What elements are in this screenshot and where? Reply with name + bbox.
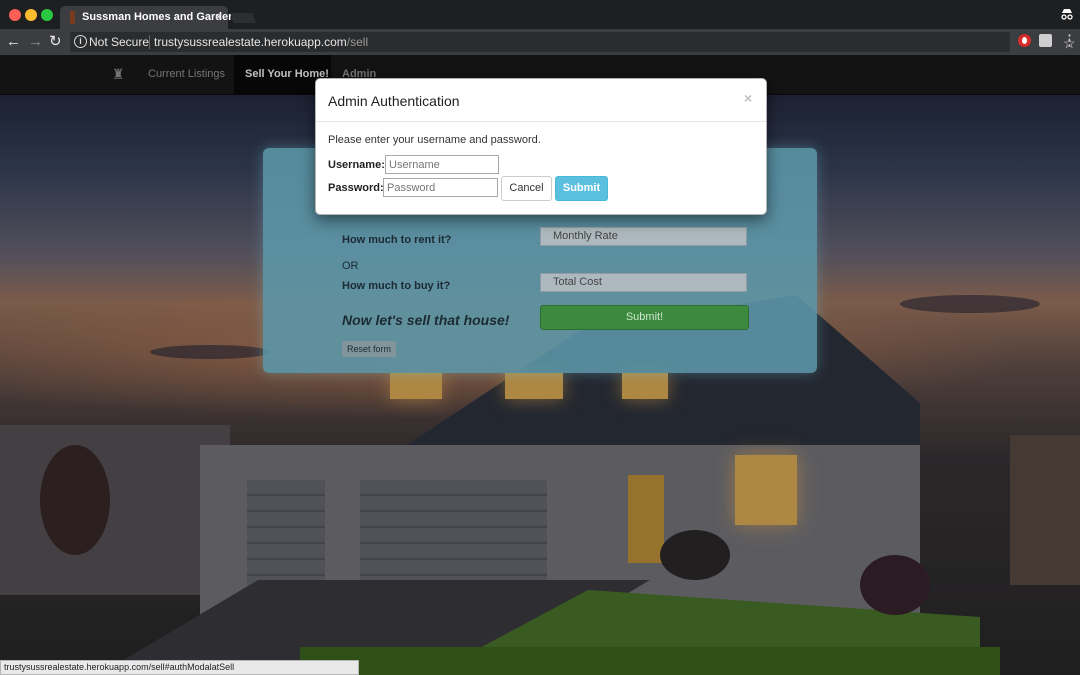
modal-close-icon[interactable]: × <box>744 90 752 106</box>
reload-icon[interactable]: ↻ <box>49 33 62 50</box>
url-text[interactable]: trustysussrealestate.herokuapp.com/sell <box>154 35 368 49</box>
monthly-rate-input[interactable]: Monthly Rate <box>540 227 747 246</box>
password-input[interactable] <box>383 178 498 197</box>
sell-cta-heading: Now let's sell that house! <box>342 312 510 328</box>
admin-auth-modal: Admin Authentication × Please enter your… <box>315 78 767 215</box>
security-label[interactable]: Not Secure <box>89 35 149 49</box>
browser-menu-icon[interactable]: ⋮ <box>1062 31 1077 49</box>
total-cost-input[interactable]: Total Cost <box>540 273 747 292</box>
submit-button[interactable]: Submit <box>555 176 608 201</box>
username-label: Username: <box>328 159 385 171</box>
back-arrow-icon[interactable]: ← <box>6 33 21 50</box>
browser-titlebar: Sussman Homes and Gardens × <box>0 0 1080 29</box>
rent-question-label: How much to rent it? <box>342 234 452 246</box>
cancel-button[interactable]: Cancel <box>501 176 552 201</box>
address-separator <box>149 35 150 49</box>
browser-tab[interactable]: Sussman Homes and Gardens × <box>60 6 241 29</box>
browser-toolbar: ← → ↻ i Not Secure trustysussrealestate.… <box>0 29 1080 55</box>
sell-submit-button[interactable]: Submit! <box>540 305 749 330</box>
password-label: Password: <box>328 182 384 194</box>
modal-divider <box>316 121 766 122</box>
url-host: trustysussrealestate.herokuapp.com <box>154 35 347 49</box>
minimize-window-button[interactable] <box>25 9 37 21</box>
close-window-button[interactable] <box>9 9 21 21</box>
tab-close-icon[interactable]: × <box>215 9 223 24</box>
or-label: OR <box>342 260 359 272</box>
url-path: /sell <box>346 35 369 49</box>
opera-extension-icon[interactable] <box>1018 34 1031 47</box>
modal-prompt-text: Please enter your username and password. <box>328 134 541 146</box>
info-icon[interactable]: i <box>74 35 87 48</box>
buy-question-label: How much to buy it? <box>342 280 451 292</box>
new-tab-button[interactable] <box>230 13 256 23</box>
incognito-icon <box>1060 7 1074 21</box>
extension-icon[interactable] <box>1039 34 1052 47</box>
username-input[interactable] <box>385 155 499 174</box>
status-bar-url: trustysussrealestate.herokuapp.com/sell#… <box>0 660 359 675</box>
maximize-window-button[interactable] <box>41 9 53 21</box>
address-bar[interactable]: i Not Secure trustysussrealestate.heroku… <box>70 32 1076 52</box>
reset-form-button[interactable]: Reset form <box>342 341 396 357</box>
forward-arrow-icon[interactable]: → <box>28 33 43 50</box>
site-favicon-icon <box>70 11 75 24</box>
modal-title: Admin Authentication <box>328 93 460 109</box>
